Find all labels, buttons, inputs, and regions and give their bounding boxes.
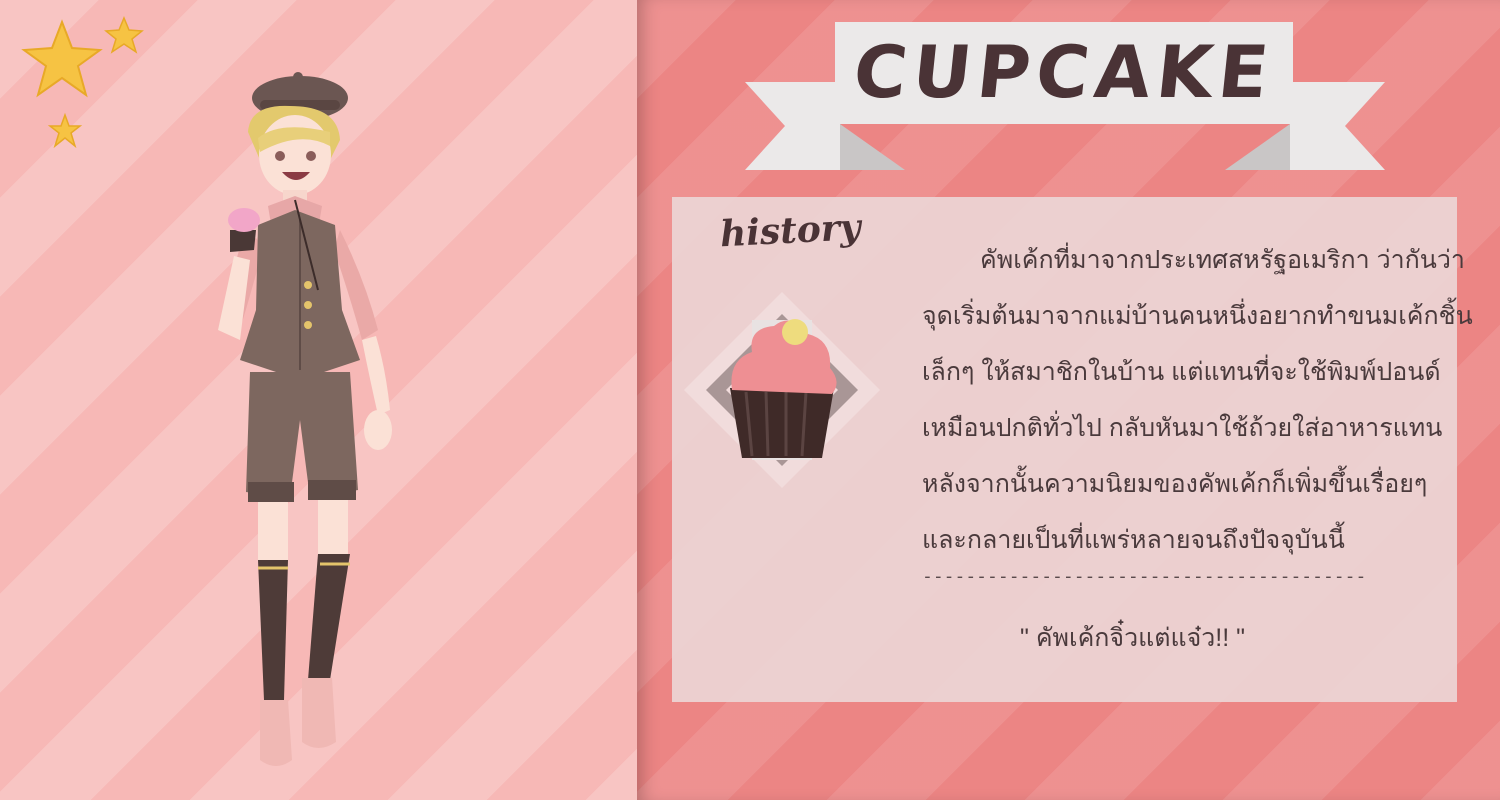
- cupcake-icon: [684, 292, 880, 488]
- illustration-panel: [0, 0, 637, 800]
- character-shorts: [246, 372, 358, 498]
- history-line: เหมือนปกติทั่วไป กลับหันมาใช้ถ้วยใส่อาหา…: [922, 414, 1443, 442]
- history-line: หลังจากนั้นความนิยมของคัพเค้กก็เพิ่มขึ้น…: [922, 470, 1428, 498]
- history-label: history: [718, 206, 862, 256]
- star-icon: [104, 16, 144, 54]
- history-line: และกลายเป็นที่แพร่หลายจนถึงปัจจุบันนี้: [922, 526, 1345, 554]
- star-icon: [21, 19, 103, 98]
- history-line: จุดเริ่มต้นมาจากแม่บ้านคนหนึ่งอยากทำขนมเ…: [922, 302, 1473, 330]
- cupcake-card-page: CUPCAKE history คัพเค้กที่มาจากประเทศสหร…: [0, 0, 1500, 800]
- character-face: [259, 115, 331, 195]
- star-icon: [47, 112, 83, 149]
- character-illustration: [218, 72, 392, 766]
- stars-decoration: [21, 16, 144, 149]
- page-title: CUPCAKE: [849, 30, 1279, 114]
- history-line: เล็กๆ ให้สมาชิกในบ้าน แต่แทนที่จะใช้พิมพ…: [922, 358, 1441, 386]
- tagline-quote: " คัพเค้กจิ๋วแต่แจ๋ว!! ": [1020, 624, 1245, 652]
- dashed-divider: ----------------------------------------…: [922, 566, 1367, 587]
- history-line: คัพเค้กที่มาจากประเทศสหรัฐอเมริกา ว่ากัน…: [980, 246, 1465, 274]
- history-text: คัพเค้กที่มาจากประเทศสหรัฐอเมริกา ว่ากัน…: [922, 232, 1473, 568]
